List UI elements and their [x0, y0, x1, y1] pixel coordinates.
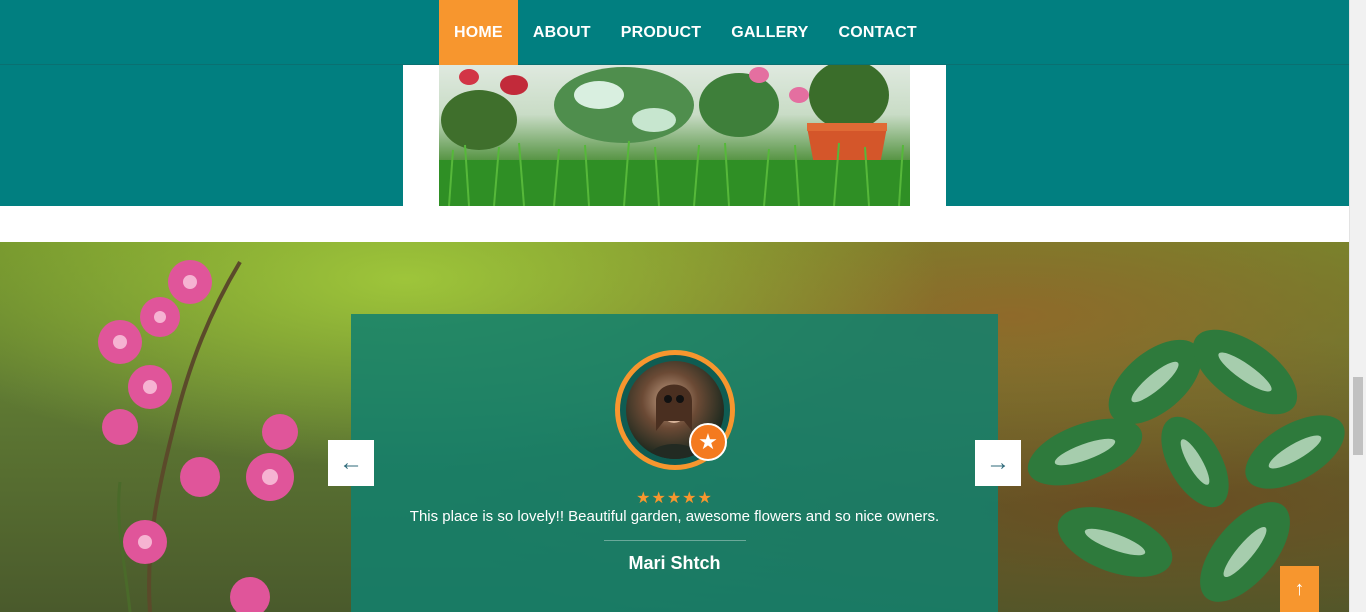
- nav-gallery[interactable]: GALLERY: [716, 0, 823, 65]
- reviewer-name: Mari Shtch: [628, 553, 721, 573]
- arrow-up-icon: ↑: [1294, 577, 1305, 600]
- testimonial-section: ★ ★★★★★ This place is so lovely!! Beauti…: [0, 242, 1349, 612]
- avatar-ring: ★: [615, 350, 735, 470]
- testimonial-quote: This place is so lovely!! Beautiful gard…: [409, 508, 940, 525]
- arrow-left-icon[interactable]: ←: [328, 440, 374, 486]
- nav-about[interactable]: ABOUT: [518, 0, 606, 65]
- aglaonema-decoration: [1027, 329, 1345, 602]
- nav-home[interactable]: HOME: [439, 0, 518, 65]
- nav-contact[interactable]: CONTACT: [823, 0, 931, 65]
- plants-photo: [439, 65, 910, 206]
- scrollbar[interactable]: [1349, 0, 1366, 612]
- divider: [604, 540, 746, 541]
- arrow-right-icon[interactable]: →: [975, 440, 1021, 486]
- rating-stars: ★★★★★: [636, 490, 713, 507]
- back-to-top-button[interactable]: ↑: [1280, 566, 1319, 612]
- star-icon: ★: [689, 423, 727, 461]
- orchid-decoration: [98, 260, 298, 612]
- scrollbar-thumb[interactable]: [1353, 377, 1363, 455]
- main-nav: HOME ABOUT PRODUCT GALLERY CONTACT: [439, 0, 932, 65]
- nav-product[interactable]: PRODUCT: [606, 0, 717, 65]
- top-navbar: HOME ABOUT PRODUCT GALLERY CONTACT: [0, 0, 1349, 65]
- testimonial-card: ★ ★★★★★ This place is so lovely!! Beauti…: [351, 314, 998, 612]
- hero-band: [0, 65, 1349, 206]
